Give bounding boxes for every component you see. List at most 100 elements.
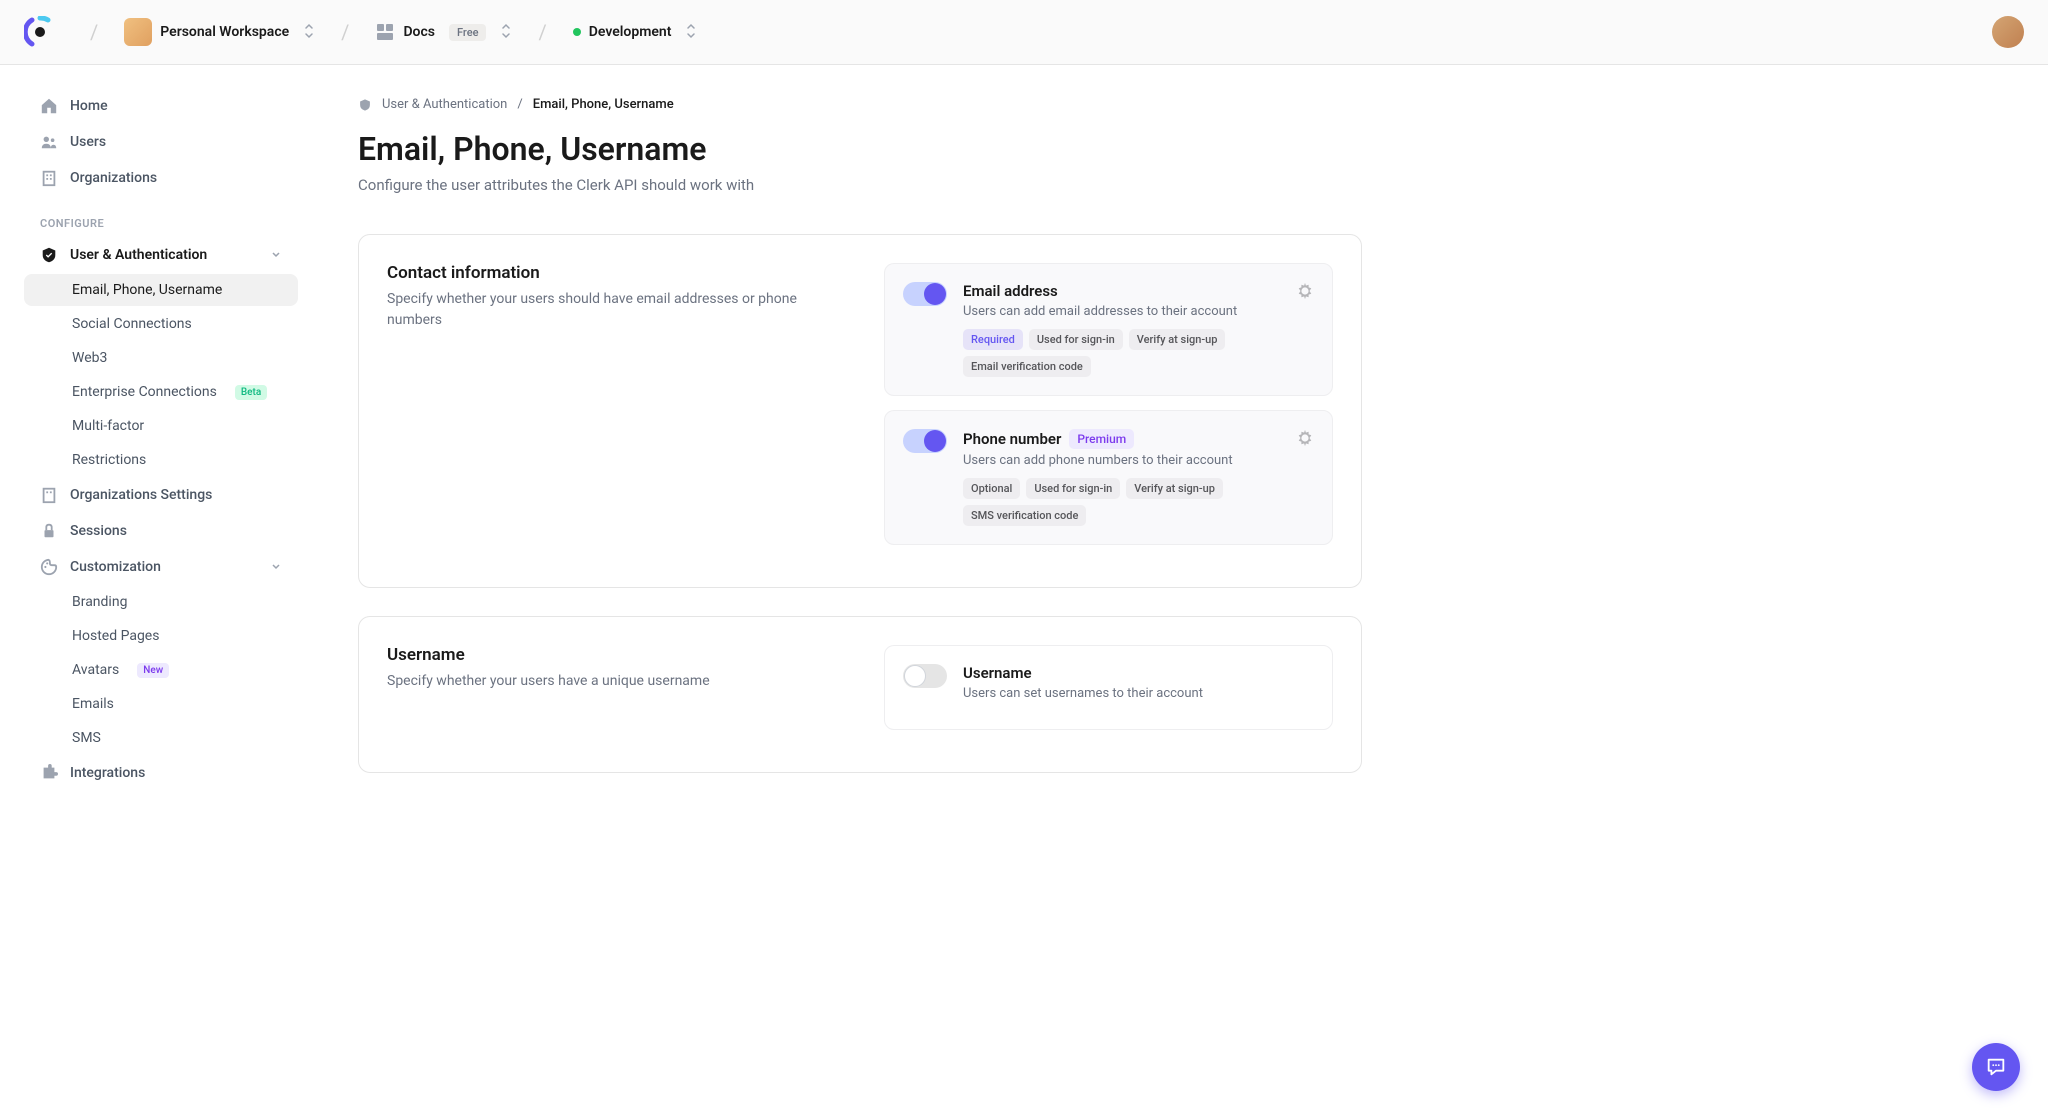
card-title: Username (387, 645, 836, 665)
option-desc: Users can add email addresses to their a… (963, 304, 1280, 319)
environment-selector[interactable]: Development (563, 17, 708, 48)
sidebar-subitem-multi-factor[interactable]: Multi-factor (24, 410, 298, 442)
tag: Optional (963, 478, 1020, 499)
app-selector[interactable]: Docs Free (365, 16, 522, 48)
card-title: Contact information (387, 263, 836, 283)
sidebar-label: Avatars (72, 662, 119, 678)
support-chat-button[interactable] (1972, 1043, 2020, 1091)
sidebar-label: Sessions (70, 523, 127, 539)
home-icon (40, 97, 58, 115)
sidebar-item-home[interactable]: Home (24, 89, 298, 123)
separator: / (538, 20, 546, 44)
premium-badge: Premium (1069, 429, 1134, 449)
contact-information-card: Contact information Specify whether your… (358, 234, 1362, 588)
main-content: User & Authentication / Email, Phone, Us… (310, 65, 1410, 833)
clerk-logo[interactable] (24, 16, 56, 48)
page-subtitle: Configure the user attributes the Clerk … (358, 176, 1362, 194)
sidebar-item-integrations[interactable]: Integrations (24, 756, 298, 790)
building-icon (40, 486, 58, 504)
new-badge: New (137, 663, 169, 678)
chevron-down-icon (270, 248, 282, 263)
shield-icon (40, 246, 58, 264)
sidebar-item-sessions[interactable]: Sessions (24, 514, 298, 548)
sidebar-section-configure: CONFIGURE (24, 197, 298, 238)
gear-icon[interactable] (1296, 282, 1314, 300)
option-title: Email address (963, 282, 1280, 300)
card-desc: Specify whether your users have a unique… (387, 671, 836, 692)
option-desc: Users can add phone numbers to their acc… (963, 453, 1280, 468)
phone-number-option: Phone number Premium Users can add phone… (884, 410, 1333, 545)
sidebar-subitem-hosted-pages[interactable]: Hosted Pages (24, 620, 298, 652)
gear-icon[interactable] (1296, 429, 1314, 447)
sidebar-label: Branding (72, 594, 127, 610)
sidebar-subitem-email-phone-username[interactable]: Email, Phone, Username (24, 274, 298, 306)
separator: / (90, 20, 98, 44)
sidebar-subitem-sms[interactable]: SMS (24, 722, 298, 754)
email-toggle[interactable] (903, 282, 947, 306)
username-card: Username Specify whether your users have… (358, 616, 1362, 773)
option-desc: Users can set usernames to their account (963, 686, 1314, 701)
tag: Email verification code (963, 356, 1091, 377)
user-avatar[interactable] (1992, 16, 2024, 48)
separator: / (341, 20, 349, 44)
workspace-name: Personal Workspace (160, 24, 289, 40)
sidebar-label: Restrictions (72, 452, 146, 468)
sidebar-label: Web3 (72, 350, 107, 366)
sidebar-subitem-social-connections[interactable]: Social Connections (24, 308, 298, 340)
selector-icon (685, 23, 697, 42)
username-option: Username Users can set usernames to thei… (884, 645, 1333, 730)
chevron-down-icon (270, 560, 282, 575)
tag: SMS verification code (963, 505, 1086, 526)
users-icon (40, 133, 58, 151)
app-name: Docs (403, 24, 435, 40)
shield-icon (358, 98, 372, 112)
breadcrumb: User & Authentication / Email, Phone, Us… (358, 97, 1362, 112)
sidebar-label: Enterprise Connections (72, 384, 217, 400)
sidebar-subitem-branding[interactable]: Branding (24, 586, 298, 618)
sidebar-label: Integrations (70, 765, 145, 781)
palette-icon (40, 558, 58, 576)
env-status-dot (573, 28, 581, 36)
sidebar-label: Social Connections (72, 316, 192, 332)
tag: Used for sign-in (1026, 478, 1120, 499)
email-address-option: Email address Users can add email addres… (884, 263, 1333, 396)
page-title: Email, Phone, Username (358, 130, 1362, 168)
app-grid-icon (375, 22, 395, 42)
sidebar-label: Home (70, 98, 108, 114)
selector-icon (500, 23, 512, 42)
sidebar-label: User & Authentication (70, 247, 207, 263)
environment-name: Development (589, 24, 672, 40)
sidebar-subitem-restrictions[interactable]: Restrictions (24, 444, 298, 476)
breadcrumb-sep: / (517, 97, 522, 112)
sidebar-subitem-web3[interactable]: Web3 (24, 342, 298, 374)
breadcrumb-current: Email, Phone, Username (533, 97, 674, 112)
sidebar-subitem-emails[interactable]: Emails (24, 688, 298, 720)
selector-icon (303, 23, 315, 42)
sidebar: Home Users Organizations CONFIGURE User … (0, 65, 310, 833)
sidebar-item-customization[interactable]: Customization (24, 550, 298, 584)
lock-icon (40, 522, 58, 540)
plan-badge: Free (449, 24, 487, 41)
sidebar-item-user-auth[interactable]: User & Authentication (24, 238, 298, 272)
sidebar-label: Users (70, 134, 106, 150)
top-bar: / Personal Workspace / Docs Free / Devel… (0, 0, 2048, 65)
tag-required: Required (963, 329, 1023, 350)
sidebar-subitem-enterprise-connections[interactable]: Enterprise Connections Beta (24, 376, 298, 408)
sidebar-label: SMS (72, 730, 101, 746)
sidebar-subitem-avatars[interactable]: Avatars New (24, 654, 298, 686)
sidebar-label: Multi-factor (72, 418, 144, 434)
sidebar-item-users[interactable]: Users (24, 125, 298, 159)
breadcrumb-parent[interactable]: User & Authentication (382, 97, 507, 112)
phone-toggle[interactable] (903, 429, 947, 453)
sidebar-label: Emails (72, 696, 114, 712)
sidebar-item-organizations[interactable]: Organizations (24, 161, 298, 195)
building-icon (40, 169, 58, 187)
puzzle-icon (40, 764, 58, 782)
sidebar-label: Organizations (70, 170, 157, 186)
workspace-selector[interactable]: Personal Workspace (114, 12, 325, 52)
username-toggle[interactable] (903, 664, 947, 688)
sidebar-item-organizations-settings[interactable]: Organizations Settings (24, 478, 298, 512)
tag: Used for sign-in (1029, 329, 1123, 350)
card-desc: Specify whether your users should have e… (387, 289, 836, 331)
sidebar-label: Hosted Pages (72, 628, 159, 644)
